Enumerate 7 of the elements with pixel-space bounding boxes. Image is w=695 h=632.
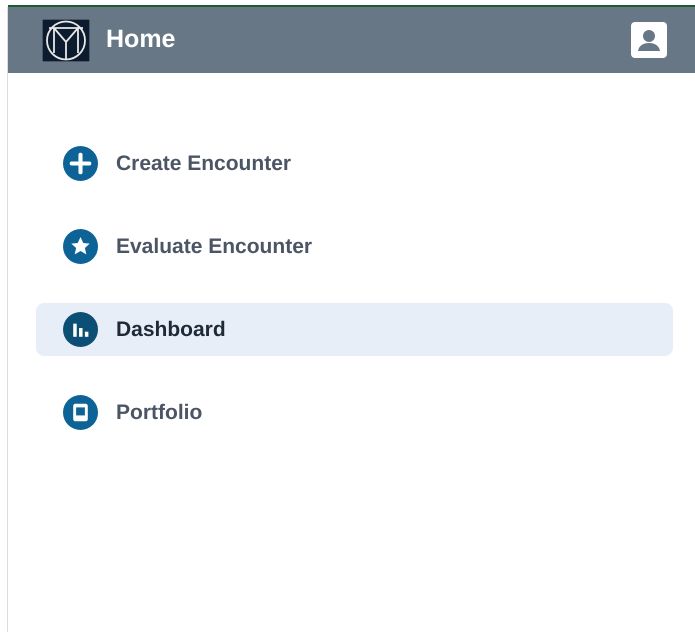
bar-chart-icon: [63, 312, 98, 347]
header-title: Home: [106, 24, 176, 56]
logo-icon: [42, 18, 90, 62]
book-icon: [63, 395, 98, 430]
plus-icon: [63, 146, 98, 181]
menu-item[interactable]: Dashboard: [36, 303, 673, 356]
profile-icon[interactable]: [631, 22, 667, 58]
